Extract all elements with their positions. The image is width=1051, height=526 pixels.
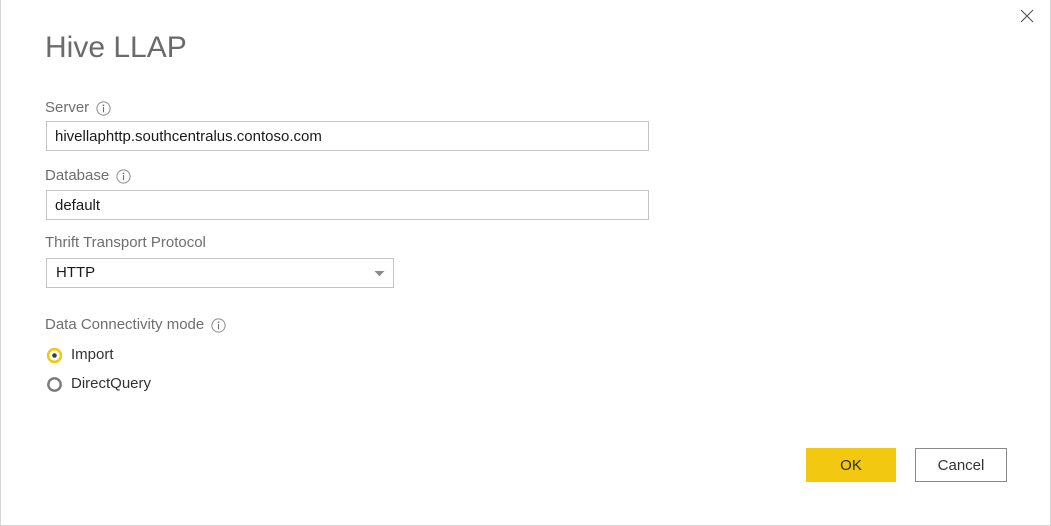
server-label-text: Server <box>45 99 90 116</box>
database-label-text: Database <box>45 167 110 184</box>
thrift-transport-protocol-label-text: Thrift Transport Protocol <box>45 234 206 251</box>
info-icon[interactable] <box>116 168 131 184</box>
server-input[interactable] <box>46 121 649 151</box>
radio-directquery-label: DirectQuery <box>71 375 152 392</box>
radio-import[interactable]: Import <box>46 346 114 364</box>
radio-unselected-icon <box>47 376 62 392</box>
data-connectivity-mode-label: Data Connectivity mode <box>45 316 226 334</box>
thrift-transport-protocol-value: HTTP <box>56 264 96 281</box>
close-button[interactable] <box>1004 0 1050 32</box>
radio-import-label: Import <box>71 346 114 363</box>
data-connectivity-mode-label-text: Data Connectivity mode <box>45 316 205 333</box>
hive-llap-dialog: Hive LLAP Server Database Thrift Transpo… <box>0 0 1051 526</box>
radio-selected-icon <box>46 347 63 363</box>
close-icon <box>1020 9 1034 23</box>
radio-directquery[interactable]: DirectQuery <box>47 375 151 393</box>
database-input[interactable] <box>46 190 649 220</box>
page-title: Hive LLAP <box>45 31 187 64</box>
server-label: Server <box>45 99 111 117</box>
thrift-transport-protocol-select[interactable]: HTTP <box>46 258 394 288</box>
chevron-down-icon <box>365 270 393 277</box>
cancel-button[interactable]: Cancel <box>915 448 1007 482</box>
info-icon[interactable] <box>211 317 226 333</box>
info-icon[interactable] <box>96 100 111 116</box>
database-label: Database <box>45 167 131 185</box>
thrift-transport-protocol-label: Thrift Transport Protocol <box>45 234 206 252</box>
ok-button[interactable]: OK <box>806 448 896 482</box>
